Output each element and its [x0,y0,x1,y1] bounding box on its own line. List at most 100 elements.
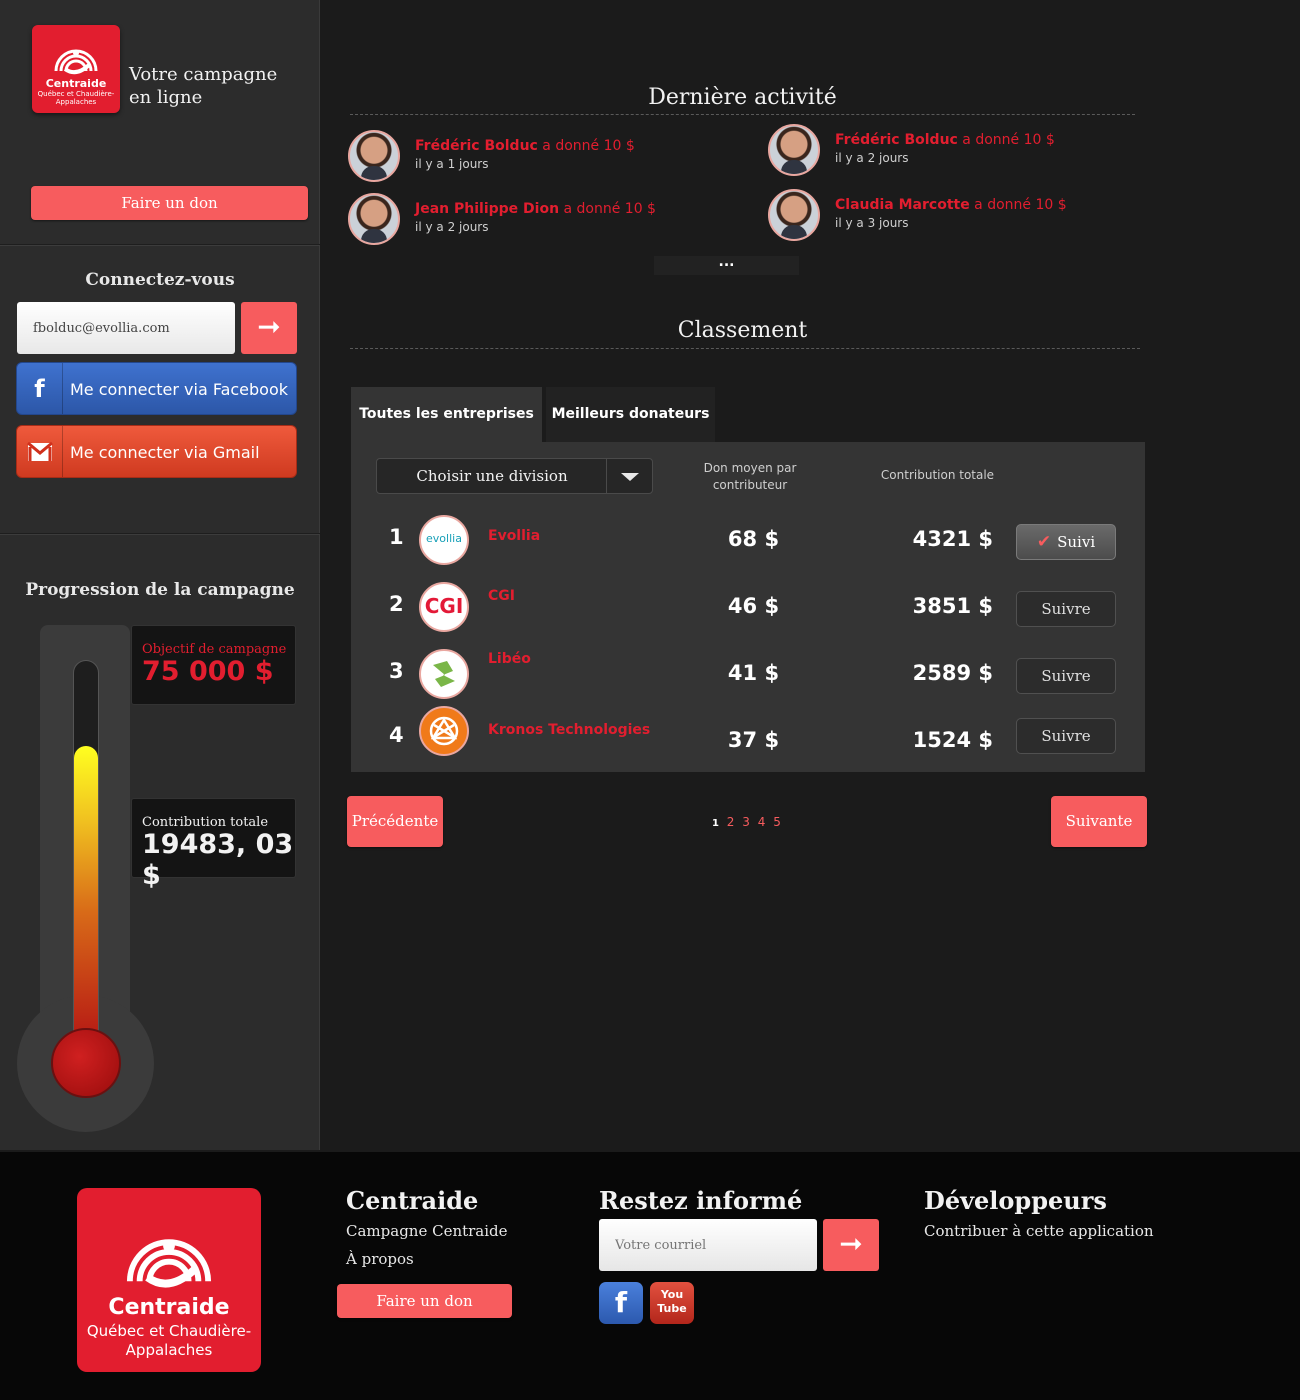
rank-number: 3 [389,659,404,683]
facebook-login-button[interactable]: f Me connecter via Facebook [16,362,297,415]
arrow-right-icon: ➞ [839,1227,863,1260]
page-link[interactable]: 2 [727,815,735,829]
ranking-row: 1 evollia Evollia 68 $ 4321 $ ✔ Suivi [351,515,1145,581]
rank-number: 1 [389,525,404,549]
follow-button[interactable]: Suivre [1016,658,1116,694]
checkmark-icon: ✔ [1036,532,1052,552]
donor-name[interactable]: Frédéric Bolduc [835,132,958,148]
sidebar: Centraide Québec et Chaudière-Appalaches… [0,0,320,1150]
more-activity-button[interactable]: ... [654,255,799,275]
donor-name[interactable]: Frédéric Bolduc [415,138,538,154]
column-header-average: Don moyen par contributeur [703,461,797,492]
donor-name[interactable]: Jean Philippe Dion [415,201,559,217]
total-label: Contribution totale [142,815,269,830]
footer-donate-button[interactable]: Faire un don [337,1284,512,1318]
email-input[interactable] [17,302,235,354]
youtube-icon[interactable]: You Tube [650,1282,694,1324]
centraide-logo[interactable]: Centraide Québec et Chaudière-Appalaches [32,25,120,113]
activity-time: il y a 3 jours [835,216,909,230]
donate-button[interactable]: Faire un don [31,186,308,220]
ranking-title: Classement [677,318,808,343]
average-donation: 46 $ [727,594,780,618]
division-select-label: Choisir une division [416,467,568,485]
total-contribution: 4321 $ [912,527,993,551]
chevron-down-icon[interactable] [606,459,652,493]
follow-button[interactable]: Suivre [1016,718,1116,754]
follow-button[interactable]: Suivre [1016,591,1116,627]
ranking-row: 2 CGI CGI 46 $ 3851 $ Suivre [351,582,1145,648]
donation-text: a donné 10 $ [537,138,635,154]
facebook-icon: f [17,363,63,414]
total-contribution: 1524 $ [912,728,993,752]
page-link[interactable]: 3 [742,815,750,829]
facebook-icon[interactable]: f [599,1282,643,1324]
footer-centraide-logo[interactable]: Centraide Québec et Chaudière-Appalaches [77,1188,261,1372]
company-name[interactable]: CGI [488,588,515,604]
centraide-emblem-icon [54,49,98,75]
footer-centraide-title: Centraide [346,1186,479,1215]
title-underline [350,114,1135,115]
centraide-emblem-icon [126,1239,212,1288]
company-name[interactable]: Kronos Technologies [488,722,650,738]
footer-link-contribute[interactable]: Contribuer à cette application [924,1222,1154,1240]
youtube-label: You Tube [657,1288,687,1315]
gmail-icon [17,426,63,477]
next-page-button[interactable]: Suivante [1051,796,1147,847]
tab-all-companies[interactable]: Toutes les entreprises [351,387,542,442]
evollia-logo-icon: evollia [419,515,469,565]
arrow-right-icon: ➞ [257,310,281,343]
avatar [348,130,400,182]
company-name[interactable]: Evollia [488,528,540,544]
activity-time: il y a 1 jours [415,157,489,171]
libeo-logo-icon [419,649,469,699]
donor-name[interactable]: Claudia Marcotte [835,197,970,213]
newsletter-submit-button[interactable]: ➞ [823,1219,879,1271]
footer-developers-title: Développeurs [924,1186,1107,1215]
goal-value: 75 000 $ [142,656,274,687]
activity-time: il y a 2 jours [415,220,489,234]
logo-region: Québec et Chaudière-Appalaches [37,90,115,106]
donation-text: a donné 10 $ [969,197,1067,213]
page-link[interactable]: 4 [758,815,766,829]
company-logo-text: evollia [426,532,462,545]
login-submit-button[interactable]: ➞ [241,302,297,354]
column-header-total: Contribution totale [880,468,995,482]
page-link[interactable]: 5 [773,815,781,829]
thermometer-fill [74,746,98,1049]
logo-brand: Centraide [45,77,107,90]
previous-page-button[interactable]: Précédente [347,796,443,847]
title-underline [350,348,1140,349]
average-donation: 41 $ [727,661,780,685]
cgi-logo-icon: CGI [419,582,469,632]
page-link[interactable]: 1 [712,818,719,829]
sidebar-divider [0,244,320,246]
rank-number: 2 [389,592,404,616]
thermometer-bulb [51,1028,121,1098]
donation-text: a donné 10 $ [559,201,656,217]
company-logo-text: CGI [424,594,464,618]
logo-region: Québec et Chaudière-Appalaches [86,1322,252,1359]
goal-label: Objectif de campagne [142,642,287,657]
average-donation: 37 $ [727,728,780,752]
footer-link-campaign[interactable]: Campagne Centraide [346,1222,508,1240]
activity-item[interactable]: Frédéric Bolduc a donné 10 $ il y a 1 jo… [348,130,748,186]
ranking-row: 4 Kronos Technologies 37 $ 1524 $ Suivre [351,706,1145,772]
avatar [768,124,820,176]
footer-link-about[interactable]: À propos [346,1250,414,1268]
follow-button[interactable]: ✔ Suivi [1016,524,1116,560]
logo-brand: Centraide [108,1295,230,1320]
avatar [348,193,400,245]
tab-best-donors[interactable]: Meilleurs donateurs [546,387,715,442]
progress-title: Progression de la campagne [25,580,295,600]
thermometer-tube [73,660,99,1050]
activity-item[interactable]: Jean Philippe Dion a donné 10 $ il y a 2… [348,193,748,249]
division-select[interactable]: Choisir une division [376,458,653,494]
donation-text: a donné 10 $ [957,132,1055,148]
gmail-login-button[interactable]: Me connecter via Gmail [16,425,297,478]
avatar [768,189,820,241]
newsletter-email-input[interactable] [599,1219,817,1271]
company-name[interactable]: Libéo [488,651,531,667]
activity-item[interactable]: Claudia Marcotte a donné 10 $ il y a 3 j… [768,189,1168,245]
activity-item[interactable]: Frédéric Bolduc a donné 10 $ il y a 2 jo… [768,124,1168,180]
footer-newsletter-title: Restez informé [599,1186,803,1215]
